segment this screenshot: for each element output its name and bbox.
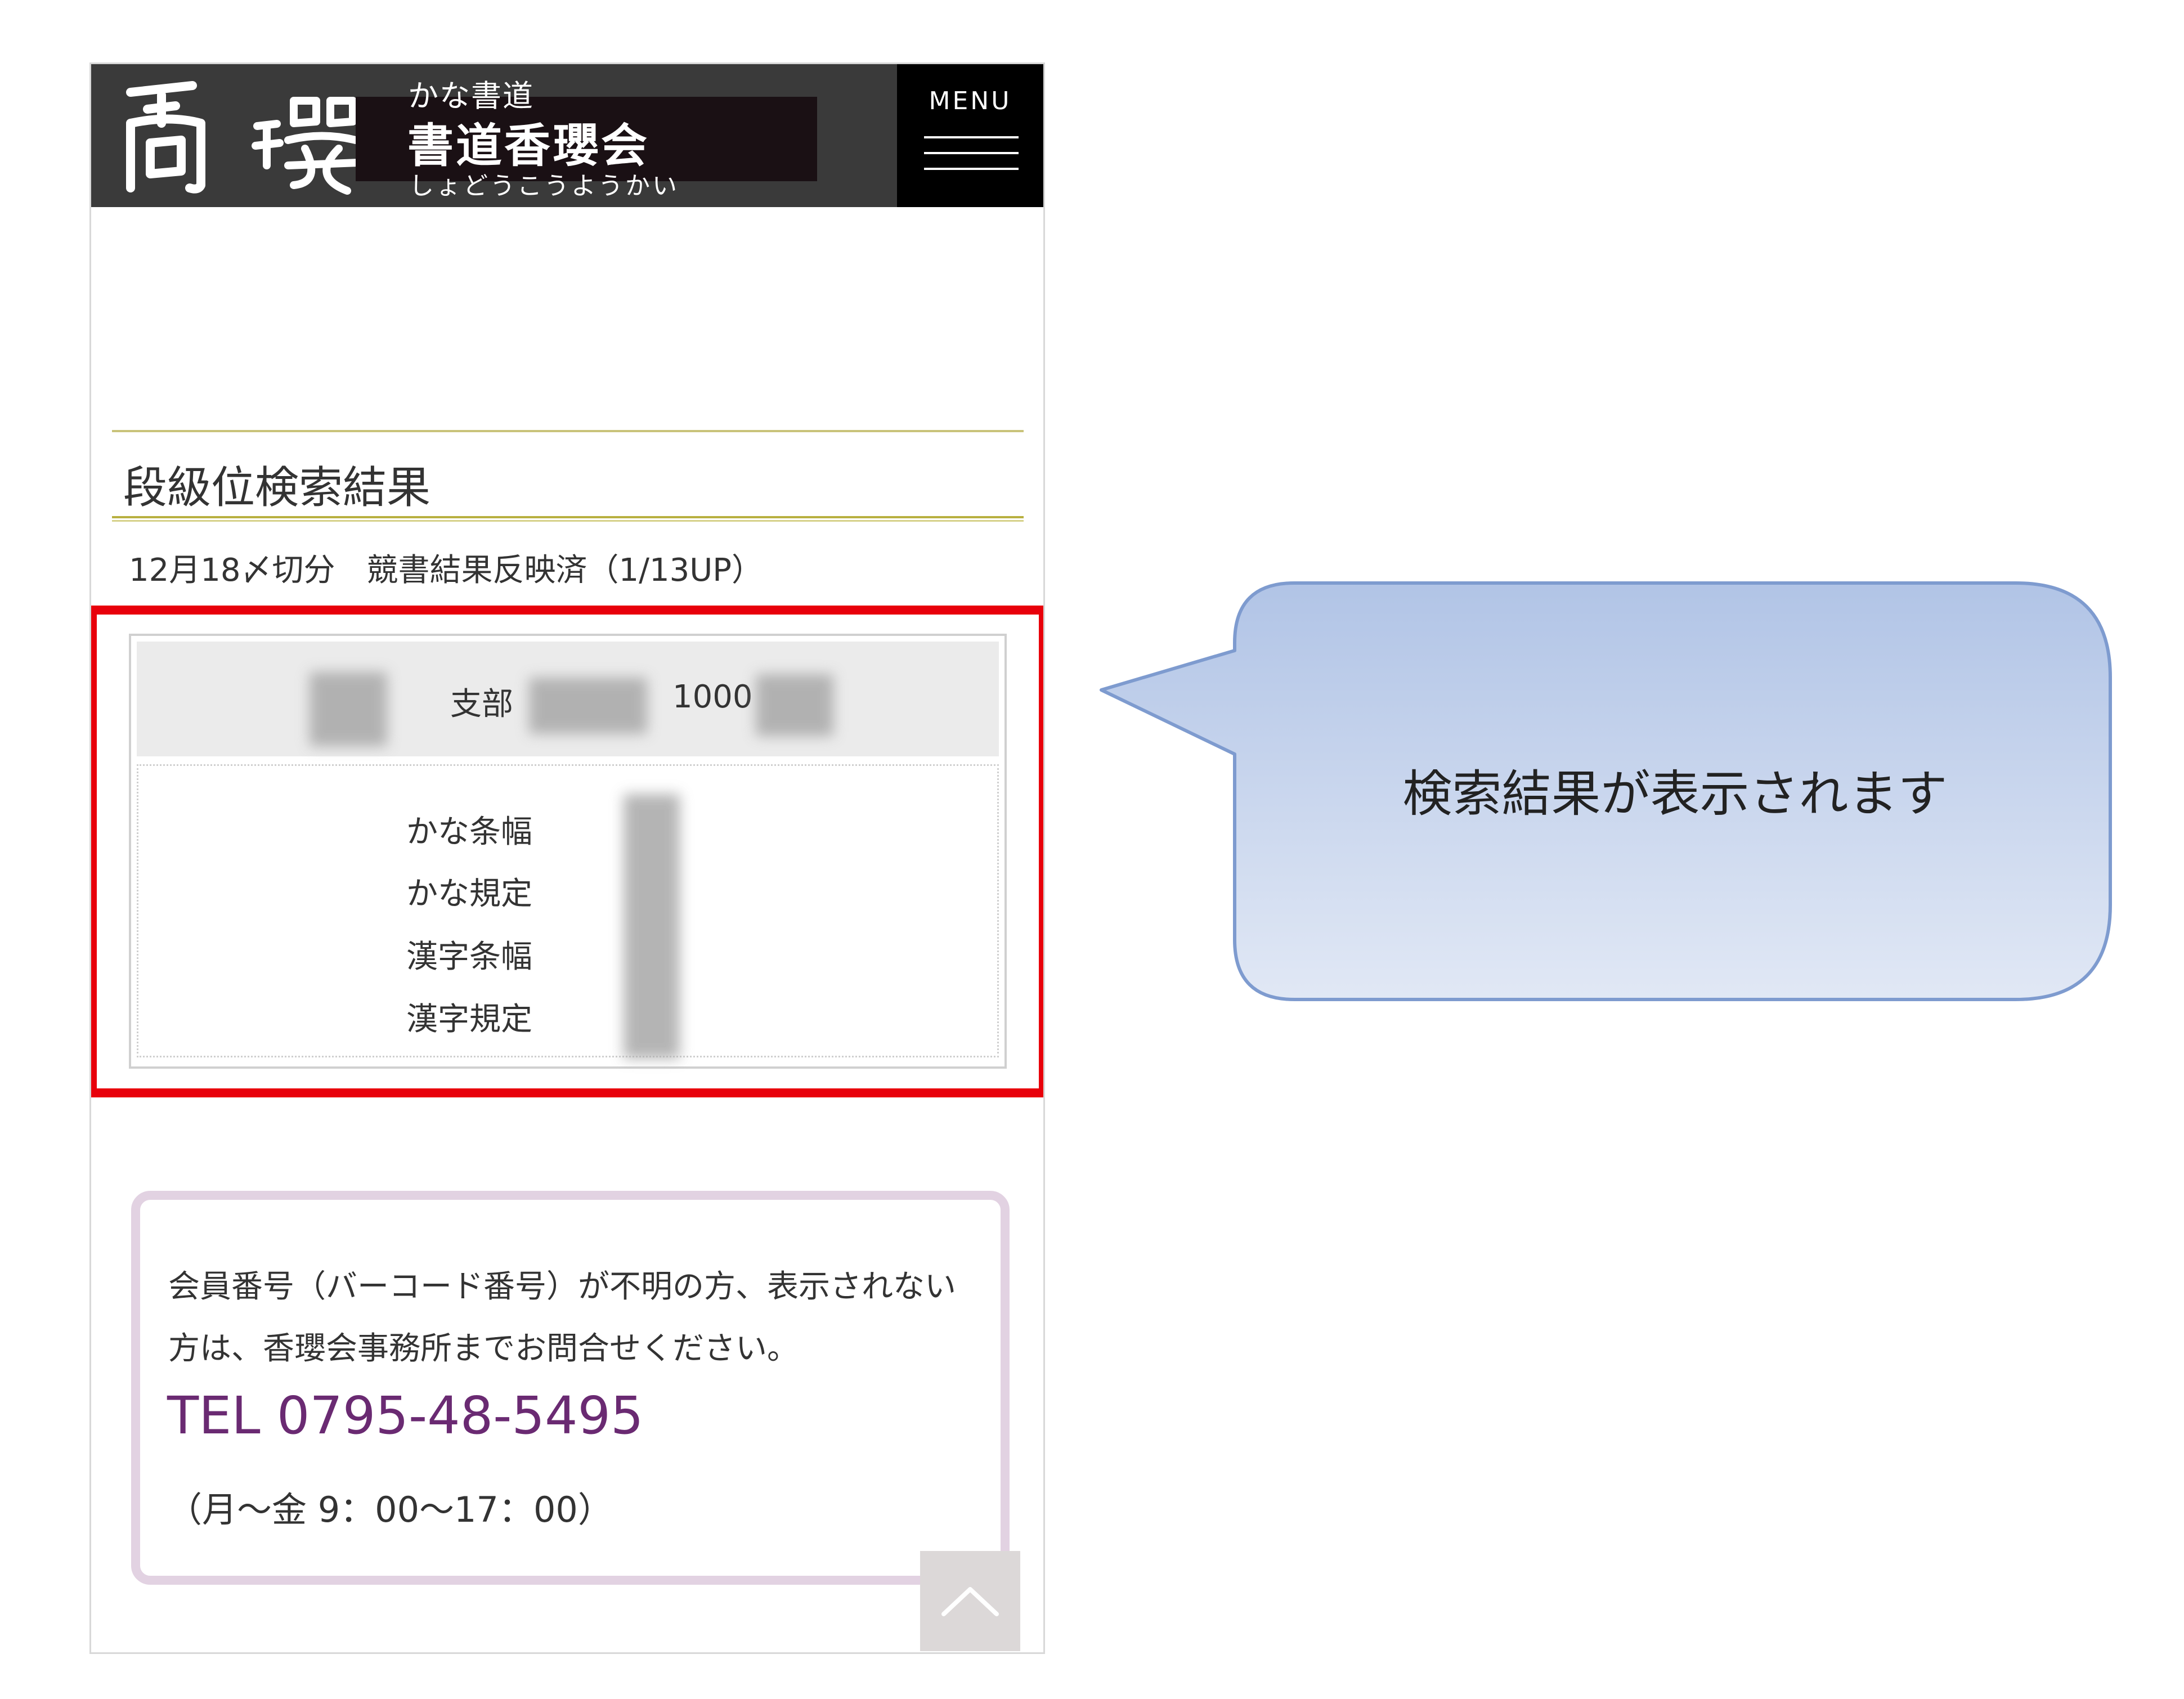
redacted-grade-values	[624, 794, 680, 1059]
site-name-reading: しょどうこうようかい	[409, 172, 679, 200]
grade-label: かな規定	[406, 876, 532, 912]
update-note: 12月18〆切分 競書結果反映済（1/13UP）	[129, 552, 764, 589]
title-rule-top	[112, 430, 1024, 432]
grade-row: 漢字条幅	[138, 931, 532, 976]
grade-row: かな条幅	[138, 806, 532, 851]
callout-text: 検索結果が表示されます	[1402, 765, 1948, 823]
contact-notice: 会員番号（バーコード番号）が不明の方、表示されない方は、香瓔会事務所までお問合せ…	[131, 1191, 1010, 1585]
office-hours: （月～金 9：00～17：00）	[167, 1489, 613, 1530]
menu-button[interactable]: MENU	[897, 64, 1043, 207]
member-number-prefix: 1000	[672, 679, 753, 715]
search-result-card: 支部 1000 かな条幅 かな規定 漢字条幅 漢字規定	[129, 634, 1007, 1069]
title-rule-bottom	[112, 516, 1024, 522]
mobile-page: かな書道 書道香瓔会 しょどうこうようかい MENU 段級位検索結果 12月18…	[89, 62, 1045, 1654]
branch-label: 支部	[450, 686, 513, 723]
screenshot-canvas: かな書道 書道香瓔会 しょどうこうようかい MENU 段級位検索結果 12月18…	[0, 0, 2184, 1699]
grade-list: かな条幅 かな規定 漢字条幅 漢字規定	[137, 764, 999, 1059]
page-title: 段級位検索結果	[123, 463, 431, 513]
notice-text: 会員番号（バーコード番号）が不明の方、表示されない方は、香瓔会事務所までお問合せ…	[168, 1268, 956, 1367]
menu-label: MENU	[929, 87, 1012, 115]
phone-link[interactable]: TEL 0795-48-5495	[167, 1386, 644, 1446]
site-header: かな書道 書道香瓔会 しょどうこうようかい MENU	[91, 64, 1043, 207]
redacted-member-name	[529, 678, 647, 734]
grade-row: かな規定	[138, 868, 532, 913]
result-header: 支部 1000	[137, 642, 999, 756]
grade-label: 漢字条幅	[406, 939, 532, 975]
grade-label: かな条幅	[406, 814, 532, 850]
grade-label: 漢字規定	[406, 1001, 532, 1038]
redacted-branch-name	[310, 672, 387, 746]
chevron-up-icon	[941, 1587, 999, 1616]
redacted-member-number	[756, 674, 833, 736]
grade-row: 漢字規定	[138, 994, 532, 1039]
hamburger-icon	[924, 136, 1019, 170]
back-to-top-button[interactable]	[920, 1551, 1020, 1651]
